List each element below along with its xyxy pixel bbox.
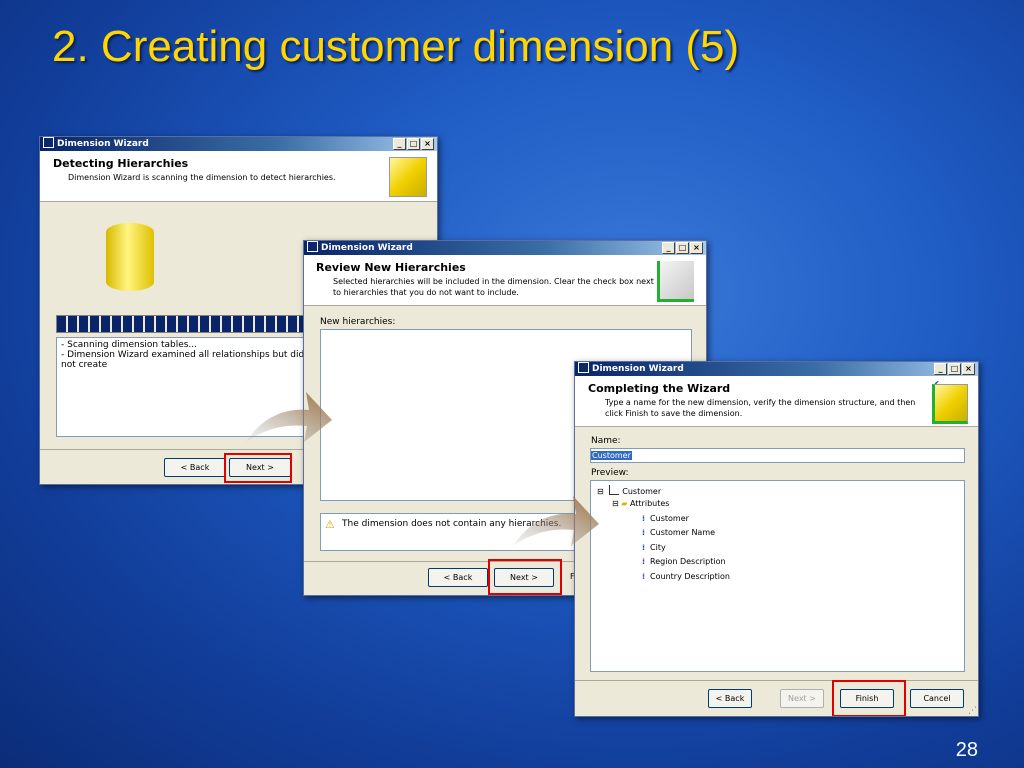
maximize-button[interactable]: □ xyxy=(948,363,961,375)
page-description-line-1: Selected hierarchies will be included in… xyxy=(333,277,654,286)
back-button[interactable]: < Back xyxy=(708,689,752,708)
key-attribute-icon: ⁞ xyxy=(642,514,646,523)
title-bar[interactable]: Dimension Wizard _ □ × xyxy=(304,241,706,255)
close-button[interactable]: × xyxy=(690,242,703,254)
window-title: Dimension Wizard xyxy=(57,139,149,149)
tree-attribute[interactable]: ⁞ Customer xyxy=(642,514,689,523)
tree-folder[interactable]: ⊟ ▰ Attributes xyxy=(612,499,669,508)
hierarchies-list-label: New hierarchies: xyxy=(320,317,396,327)
log-line: - Dimension Wizard examined all relation… xyxy=(61,350,305,370)
tree-attribute-label: Customer xyxy=(650,514,689,523)
window-title: Dimension Wizard xyxy=(592,364,684,374)
page-description: Dimension Wizard is scanning the dimensi… xyxy=(68,173,336,182)
warning-icon: ⚠ xyxy=(325,518,335,531)
tree-attribute-label: Region Description xyxy=(650,557,726,566)
hierarchy-icon xyxy=(657,261,694,302)
header-pane: Detecting Hierarchies Dimension Wizard i… xyxy=(40,151,437,202)
minimize-button[interactable]: _ xyxy=(934,363,947,375)
resize-grip-icon[interactable]: ⋰ xyxy=(968,706,977,716)
page-description-line-2: click Finish to save the dimension. xyxy=(605,409,743,418)
tree-folder-label: Attributes xyxy=(629,499,670,508)
header-pane: Completing the Wizard Type a name for th… xyxy=(575,376,978,427)
attribute-icon: ⁞ xyxy=(642,528,646,537)
tree-root-label: Customer xyxy=(622,487,662,496)
page-description-line-1: Type a name for the new dimension, verif… xyxy=(605,398,916,407)
wizard-icon xyxy=(307,241,318,252)
next-button[interactable]: Next > xyxy=(780,689,824,708)
attribute-icon: ⁞ xyxy=(642,543,646,552)
highlight-box xyxy=(488,559,562,595)
title-bar[interactable]: Dimension Wizard _ □ × xyxy=(40,137,437,151)
attribute-icon: ⁞ xyxy=(642,557,646,566)
window-title: Dimension Wizard xyxy=(321,243,413,253)
minimize-button[interactable]: _ xyxy=(662,242,675,254)
back-button[interactable]: < Back xyxy=(428,568,488,587)
name-input-value: Customer xyxy=(591,451,632,460)
preview-label: Preview: xyxy=(591,468,629,478)
title-bar[interactable]: Dimension Wizard _ □ × xyxy=(575,362,978,376)
page-heading: Detecting Hierarchies xyxy=(53,157,189,170)
database-icon xyxy=(106,223,154,291)
log-line: - Scanning dimension tables... xyxy=(61,340,198,350)
preview-tree[interactable]: ⊟ Customer ⊟ ▰ Attributes ⁞ Customer ⁞ Cus… xyxy=(590,480,965,672)
tree-attribute[interactable]: ⁞ City xyxy=(642,543,666,552)
maximize-button[interactable]: □ xyxy=(676,242,689,254)
tree-attribute-label: Country Description xyxy=(650,572,730,581)
folder-icon: ▰ xyxy=(621,499,628,508)
maximize-button[interactable]: □ xyxy=(407,138,420,150)
close-button[interactable]: × xyxy=(962,363,975,375)
tree-attribute[interactable]: ⁞ Customer Name xyxy=(642,528,715,537)
page-heading: Review New Hierarchies xyxy=(316,261,466,274)
tree-attribute[interactable]: ⁞ Region Description xyxy=(642,557,726,566)
page-heading: Completing the Wizard xyxy=(588,382,731,395)
dimension-wizard-window-completing: Dimension Wizard _ □ × Completing the Wi… xyxy=(574,361,979,717)
divider xyxy=(575,680,978,681)
name-input[interactable]: Customer xyxy=(590,448,965,463)
cancel-button[interactable]: Cancel xyxy=(910,689,964,708)
header-pane: Review New Hierarchies Selected hierarch… xyxy=(304,255,706,306)
cube-icon xyxy=(932,384,968,424)
highlight-box xyxy=(832,680,906,716)
tree-attribute-label: City xyxy=(650,543,666,552)
wizard-icon xyxy=(43,137,54,148)
close-button[interactable]: × xyxy=(421,138,434,150)
collapse-icon[interactable]: ⊟ xyxy=(612,499,619,508)
cube-icon xyxy=(389,157,427,197)
dimension-icon xyxy=(609,485,620,495)
tree-attribute-label: Customer Name xyxy=(650,528,716,537)
page-description-line-2: to hierarchies that you do not want to i… xyxy=(333,288,519,297)
arrow-icon xyxy=(246,392,332,442)
wizard-icon xyxy=(578,362,589,373)
arrow-icon xyxy=(513,496,599,546)
tree-root[interactable]: ⊟ Customer xyxy=(597,485,661,496)
minimize-button[interactable]: _ xyxy=(393,138,406,150)
tree-attribute[interactable]: ⁞ Country Description xyxy=(642,572,730,581)
page-number: 28 xyxy=(955,739,978,761)
slide-title: 2. Creating customer dimension (5) xyxy=(52,22,740,71)
progress-bar xyxy=(56,315,318,333)
attribute-icon: ⁞ xyxy=(642,572,646,581)
back-button[interactable]: < Back xyxy=(164,458,226,477)
name-label: Name: xyxy=(591,436,621,446)
highlight-box xyxy=(224,453,292,483)
